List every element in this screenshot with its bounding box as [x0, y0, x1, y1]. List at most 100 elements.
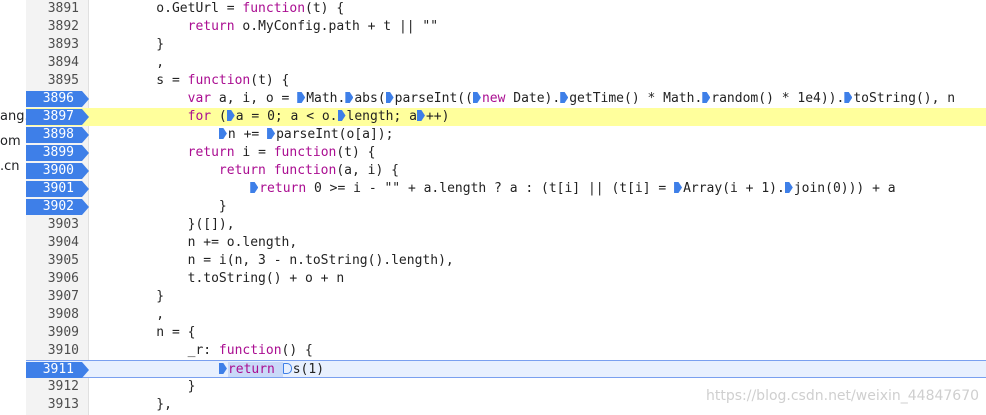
line-number[interactable]: 3903 — [26, 216, 88, 234]
breakpoint-marker[interactable]: 3898 — [26, 127, 89, 143]
code-line: 3905 n = i(n, 3 - n.toString().length), — [26, 252, 986, 270]
code-line: 3893 } — [26, 36, 986, 54]
line-number[interactable]: 3905 — [26, 252, 88, 270]
line-number[interactable]: 3892 — [26, 18, 88, 36]
code-text: return s(1) — [125, 361, 324, 379]
inline-breakpoint-icon[interactable] — [674, 182, 683, 193]
highlighted-expression: return — [227, 362, 283, 377]
code-line: 3911 return s(1) — [26, 360, 986, 378]
code-text: var a, i, o = Math. abs(parseInt((new Dat… — [187, 91, 956, 106]
code-line: 3900 return function(a, i) { — [26, 162, 986, 180]
line-number[interactable]: 3908 — [26, 306, 88, 324]
line-number[interactable]: 3904 — [26, 234, 88, 252]
code-text: n += parseInt(o[a]); — [125, 126, 393, 144]
code-line: 3909 n = { — [26, 324, 986, 342]
inline-breakpoint-icon[interactable] — [844, 92, 853, 103]
line-number[interactable]: 3907 — [26, 288, 88, 306]
code-text: } — [125, 37, 165, 52]
code-line: 3901 return 0 >= i - "" + a.length ? a :… — [26, 180, 986, 198]
code-text: } — [125, 379, 196, 394]
code-line: 3902 } — [26, 198, 986, 216]
code-text: n += o.length, — [125, 235, 298, 250]
keyword: return — [187, 145, 235, 160]
code-line: 3894 , — [26, 54, 986, 72]
inline-breakpoint-icon[interactable] — [784, 182, 793, 193]
code-line: 3904 n += o.length, — [26, 234, 986, 252]
code-line: 3895 s = function(t) { — [26, 72, 986, 90]
inline-breakpoint-icon[interactable] — [560, 92, 569, 103]
code-text: o.GetUrl = function(t) { — [125, 1, 345, 16]
code-line: 3898 n += parseInt(o[a]); — [26, 126, 986, 144]
code-text: , — [125, 55, 165, 70]
line-number[interactable]: 3912 — [26, 378, 88, 396]
code-line: 3907 } — [26, 288, 986, 306]
code-text: t.toString() + o + n — [125, 271, 345, 286]
inline-breakpoint-icon[interactable] — [337, 110, 346, 121]
breakpoint-marker[interactable]: 3902 — [26, 199, 89, 215]
code-text: } — [125, 199, 227, 214]
line-number[interactable]: 3894 — [26, 54, 88, 72]
code-text: _r: function() { — [125, 343, 313, 358]
keyword: return — [187, 19, 235, 34]
code-line: 3896 var a, i, o = Math. abs(parseInt((ne… — [26, 90, 986, 108]
line-number[interactable]: 3909 — [26, 324, 88, 342]
keyword: return — [218, 163, 266, 178]
code-text: return 0 >= i - "" + a.length ? a : (t[i… — [125, 180, 896, 198]
inline-breakpoint-icon[interactable] — [472, 92, 481, 103]
breakpoint-marker[interactable]: 3897 — [26, 109, 89, 125]
code-line: 3903 }([]), — [26, 216, 986, 234]
inline-breakpoint-icon[interactable] — [250, 182, 259, 193]
sidebar-fragment-2[interactable]: om — [0, 133, 26, 151]
inline-breakpoint-icon[interactable] — [702, 92, 711, 103]
code-text: for (a = 0; a < o. length; a ++) — [187, 109, 450, 124]
code-line: 3908 , — [26, 306, 986, 324]
keyword: new — [481, 91, 506, 106]
inline-breakpoint-icon[interactable] — [267, 128, 276, 139]
breakpoint-marker[interactable]: 3901 — [26, 181, 89, 197]
inline-breakpoint-icon[interactable] — [226, 110, 235, 121]
keyword: function — [218, 343, 282, 358]
inline-breakpoint-icon[interactable] — [218, 363, 227, 374]
code-line: 3892 return o.MyConfig.path + t || "" — [26, 18, 986, 36]
line-number[interactable]: 3895 — [26, 72, 88, 90]
source-viewer: ang.c om .cn 3891 o.GetUrl = function(t)… — [0, 0, 986, 415]
breakpoint-marker[interactable]: 3900 — [26, 163, 89, 179]
inline-breakpoint-icon[interactable] — [385, 92, 394, 103]
code-line: 3906 t.toString() + o + n — [26, 270, 986, 288]
keyword: return — [259, 181, 307, 196]
keyword: function — [187, 73, 251, 88]
watermark-text: https://blog.csdn.net/weixin_44847670 — [706, 388, 980, 404]
code-text: n = { — [125, 325, 196, 340]
inline-breakpoint-icon[interactable] — [297, 92, 306, 103]
code-line: 3897 for (a = 0; a < o. length; a ++) — [26, 108, 986, 126]
inline-breakpoint-icon[interactable] — [218, 128, 227, 139]
code-line: 3910 _r: function() { — [26, 342, 986, 360]
line-number[interactable]: 3891 — [26, 0, 88, 18]
code-text: }, — [125, 397, 172, 412]
breakpoint-marker[interactable]: 3899 — [26, 145, 89, 161]
line-number[interactable]: 3910 — [26, 342, 88, 360]
code-text: }([]), — [125, 217, 235, 232]
line-number[interactable]: 3913 — [26, 396, 88, 414]
code-text: n = i(n, 3 - n.toString().length), — [125, 253, 454, 268]
inline-breakpoint-icon[interactable] — [416, 110, 425, 121]
code-text: return i = function(t) { — [187, 145, 376, 160]
keyword: var — [187, 91, 212, 106]
keyword: return — [227, 362, 275, 377]
code-text: } — [125, 289, 165, 304]
breakpoint-marker[interactable]: 3911 — [26, 362, 89, 378]
keyword: function — [242, 1, 306, 16]
code-text: return o.MyConfig.path + t || "" — [187, 19, 439, 34]
line-number[interactable]: 3906 — [26, 270, 88, 288]
keyword: function — [273, 163, 337, 178]
code-text: , — [125, 307, 165, 322]
breakpoint-marker[interactable]: 3896 — [26, 91, 89, 107]
keyword: function — [273, 145, 337, 160]
sidebar-fragment-3[interactable]: .cn — [0, 158, 26, 176]
inline-breakpoint-icon[interactable] — [345, 92, 354, 103]
code-line: 3891 o.GetUrl = function(t) { — [26, 0, 986, 18]
sidebar-fragment-1[interactable]: ang.c — [0, 108, 26, 126]
inline-breakpoint-icon[interactable] — [282, 363, 292, 374]
line-number[interactable]: 3893 — [26, 36, 88, 54]
keyword: for — [187, 109, 212, 124]
